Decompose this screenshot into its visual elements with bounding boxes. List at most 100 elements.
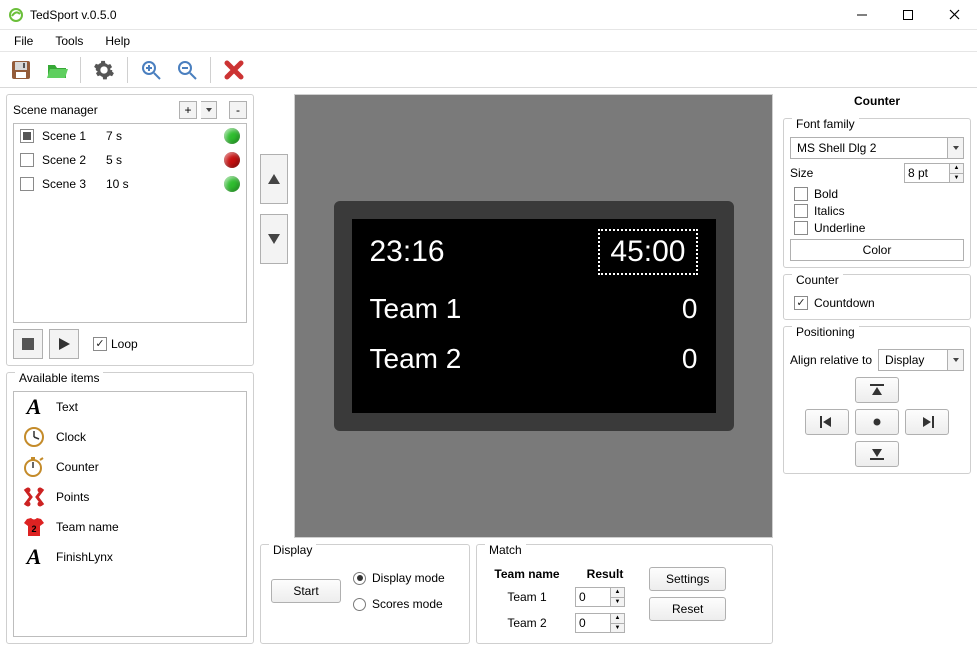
display-canvas[interactable]: 23:16 45:00 Team 1 0 Team 2 0 [294,94,773,538]
align-center-button[interactable] [855,409,899,435]
scene-stop-button[interactable] [13,329,43,359]
size-field[interactable] [904,163,950,183]
jersey-icon: 2 [20,516,48,538]
underline-label: Underline [814,221,865,235]
bold-checkbox[interactable]: Bold [794,187,964,201]
teamname-header: Team name [487,567,567,581]
list-item[interactable]: 2 Team name [14,512,246,542]
scene-add-button[interactable]: + [179,101,197,119]
scoreboard-counter[interactable]: 45:00 [598,229,697,275]
open-button[interactable] [42,55,72,85]
loop-checkbox[interactable]: ✓ [93,337,107,351]
list-item[interactable]: Counter [14,452,246,482]
toolbar-separator [80,57,81,83]
spin-up-icon[interactable]: ▲ [950,163,964,174]
minimize-button[interactable] [839,0,885,30]
display-panel-label: Display [269,543,316,557]
team2-score-input[interactable]: ▲▼ [575,613,635,633]
result-header: Result [575,567,635,581]
spin-down-icon[interactable]: ▼ [950,174,964,184]
font-family-select[interactable]: MS Shell Dlg 2 [790,137,964,159]
list-item-label: Team name [56,520,119,534]
scene-move-down-button[interactable] [260,214,288,264]
align-select[interactable]: Display [878,349,964,371]
italics-label: Italics [814,204,845,218]
font-family-label: Font family [792,117,859,131]
counter-icon [20,456,48,478]
scene-duration: 5 s [106,153,216,167]
team1-score-field[interactable] [575,587,611,607]
text-icon: A [20,396,48,418]
scene-add-dropdown[interactable] [201,101,217,119]
scores-mode-radio[interactable]: Scores mode [353,597,445,611]
scene-row[interactable]: Scene 1 7 s [14,124,246,148]
font-family-panel: Font family MS Shell Dlg 2 Size ▲▼ Bold … [783,118,971,268]
close-button[interactable] [931,0,977,30]
scoreboard-team1[interactable]: Team 1 [370,293,462,325]
match-panel: Match Team name Result Team 1 ▲▼ Team 2 [476,544,773,644]
scene-remove-button[interactable]: - [229,101,247,119]
italics-checkbox[interactable]: Italics [794,204,964,218]
scores-mode-label: Scores mode [372,597,443,611]
spin-down-icon[interactable]: ▼ [611,598,625,608]
scoreboard-time[interactable]: 23:16 [370,235,445,269]
scoreboard-team1-score[interactable]: 0 [682,293,698,325]
align-top-button[interactable] [855,377,899,403]
scene-checkbox[interactable] [20,153,34,167]
settings-button[interactable] [89,55,119,85]
size-label: Size [790,166,898,180]
toolbar-separator [127,57,128,83]
scene-status-icon [224,152,240,168]
scoreboard-team2[interactable]: Team 2 [370,343,462,375]
color-button[interactable]: Color [790,239,964,261]
list-item[interactable]: Points [14,482,246,512]
scene-play-button[interactable] [49,329,79,359]
align-value: Display [879,350,947,370]
display-panel: Display Start Display mode Scores mode [260,544,470,644]
scene-checkbox[interactable] [20,129,34,143]
display-mode-radio[interactable]: Display mode [353,571,445,585]
menu-tools[interactable]: Tools [51,32,87,50]
scene-list[interactable]: Scene 1 7 s Scene 2 5 s Scene 3 10 s [13,123,247,323]
spin-up-icon[interactable]: ▲ [611,613,625,624]
team2-score-field[interactable] [575,613,611,633]
align-left-button[interactable] [805,409,849,435]
list-item-label: Counter [56,460,99,474]
menu-help[interactable]: Help [101,32,134,50]
start-button[interactable]: Start [271,579,341,603]
team1-label: Team 1 [487,590,567,604]
scoreboard-team2-score[interactable]: 0 [682,343,698,375]
match-settings-button[interactable]: Settings [649,567,726,591]
scene-duration: 7 s [106,129,216,143]
radio-icon [353,598,366,611]
list-item-label: FinishLynx [56,550,113,564]
save-button[interactable] [6,55,36,85]
svg-text:2: 2 [31,524,36,534]
available-items-list[interactable]: A Text Clock Counter [13,391,247,637]
scene-move-up-button[interactable] [260,154,288,204]
toolbar [0,52,977,88]
window-title: TedSport v.0.5.0 [30,8,117,22]
spin-up-icon[interactable]: ▲ [611,587,625,598]
list-item[interactable]: Clock [14,422,246,452]
underline-checkbox[interactable]: Underline [794,221,964,235]
scene-row[interactable]: Scene 3 10 s [14,172,246,196]
size-input[interactable]: ▲▼ [904,163,964,183]
align-bottom-button[interactable] [855,441,899,467]
list-item[interactable]: A FinishLynx [14,542,246,572]
scene-checkbox[interactable] [20,177,34,191]
zoom-out-button[interactable] [172,55,202,85]
countdown-checkbox[interactable]: ✓ Countdown [794,296,964,310]
maximize-button[interactable] [885,0,931,30]
align-label: Align relative to [790,353,872,367]
team1-score-input[interactable]: ▲▼ [575,587,635,607]
radio-icon [353,572,366,585]
match-reset-button[interactable]: Reset [649,597,726,621]
scene-row[interactable]: Scene 2 5 s [14,148,246,172]
list-item[interactable]: A Text [14,392,246,422]
zoom-in-button[interactable] [136,55,166,85]
spin-down-icon[interactable]: ▼ [611,624,625,634]
delete-button[interactable] [219,55,249,85]
menu-file[interactable]: File [10,32,37,50]
align-right-button[interactable] [905,409,949,435]
